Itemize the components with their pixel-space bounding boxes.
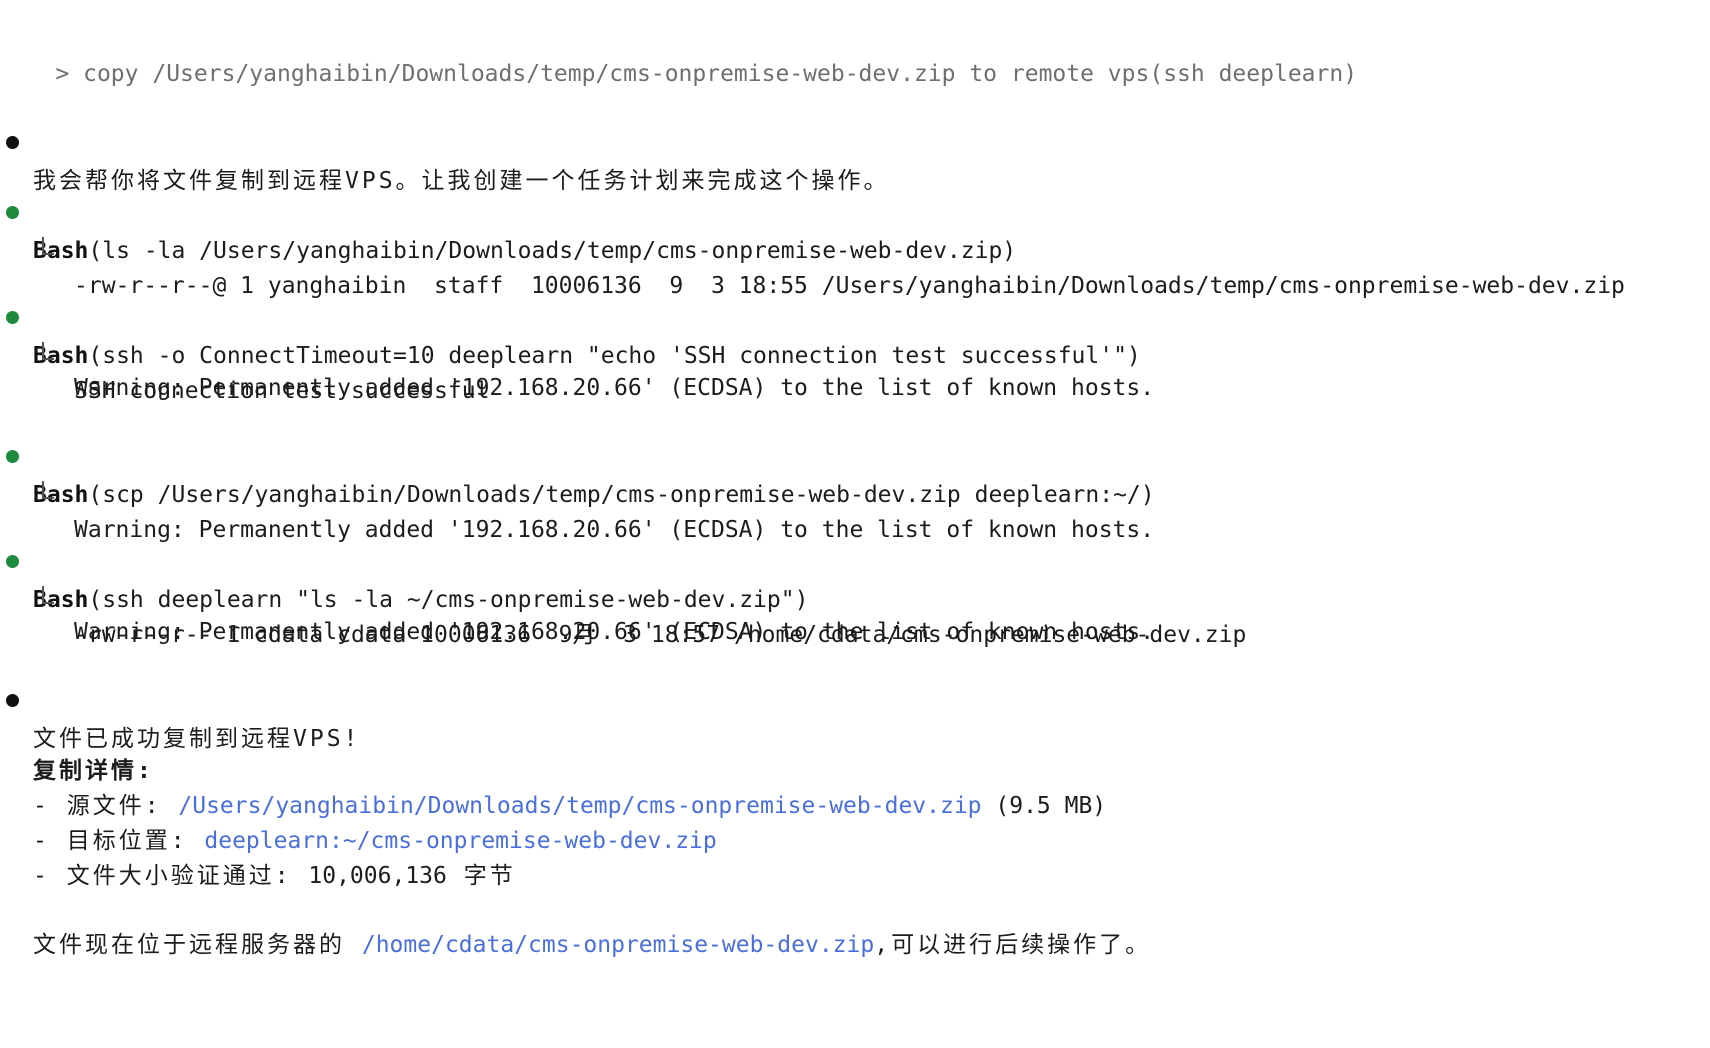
tool-call-2: Bash(ssh -o ConnectTimeout=10 deeplearn … [0,261,1141,369]
prompt-text: copy /Users/yanghaibin/Downloads/temp/cm… [83,61,1358,87]
tool-args: (scp /Users/yanghaibin/Downloads/temp/cm… [88,482,1155,508]
tool-output-4-line-1: -rw-r--r-- 1 cdata cdata 10006136 9月 3 1… [0,540,1246,648]
tool-args: (ssh -o ConnectTimeout=10 deeplearn "ech… [88,343,1141,369]
output-elbow-icon [42,237,54,255]
detail-verify-label: - 文件大小验证通过: [33,863,309,889]
source-path-link[interactable]: /Users/yanghaibin/Downloads/temp/cms-onp… [178,793,981,819]
tool-output-text: Warning: Permanently added '192.168.20.6… [74,375,1155,401]
tool-args: (ssh deeplearn "ls -la ~/cms-onpremise-w… [88,587,809,613]
tool-call-4: Bash(ssh deeplearn "ls -la ~/cms-onpremi… [0,505,808,613]
tool-output-text: Warning: Permanently added '192.168.20.6… [74,619,1155,645]
tool-call-1: Bash(ls -la /Users/yanghaibin/Downloads/… [0,156,1016,264]
remote-path-link[interactable]: /home/cdata/cms-onpremise-web-dev.zip [362,932,874,958]
tool-output-text: Warning: Permanently added '192.168.20.6… [74,517,1155,543]
user-prompt: > copy /Users/yanghaibin/Downloads/temp/… [0,17,1357,87]
assistant-summary: 文件已成功复制到远程VPS! [0,644,357,752]
tool-output-text: -rw-r--r--@ 1 yanghaibin staff 10006136 … [74,273,1625,299]
tool-call-3: Bash(scp /Users/yanghaibin/Downloads/tem… [0,400,1155,508]
prompt-symbol: > [55,61,70,87]
detail-target-row: - 目标位置: deeplearn:~/cms-onpremise-web-de… [0,784,717,854]
target-path-link[interactable]: deeplearn:~/cms-onpremise-web-dev.zip [204,828,716,854]
verify-bytes: 10,006,136 [308,863,447,889]
output-elbow-icon [42,481,54,499]
message-bullet-icon [6,694,19,707]
final-message-suffix: ,可以进行后续操作了。 [874,932,1152,958]
tool-output-2-line-1: SSH connection test successful [0,296,489,404]
assistant-message: 我会帮你将文件复制到远程VPS。让我创建一个任务计划来完成这个操作。 [0,86,887,194]
final-message-row: 文件现在位于远程服务器的 /home/cdata/cms-onpremise-w… [0,888,1148,958]
detail-verify-row: - 文件大小验证通过: 10,006,136 字节 [0,819,513,889]
tool-output-1-line-1: -rw-r--r--@ 1 yanghaibin staff 10006136 … [0,191,1625,299]
final-message-prefix: 文件现在位于远程服务器的 [33,932,362,958]
source-size: (9.5 MB) [981,793,1107,819]
tool-args: (ls -la /Users/yanghaibin/Downloads/temp… [88,238,1017,264]
details-title-row: 复制详情: [0,714,151,784]
tool-output-3-line-1: Warning: Permanently added '192.168.20.6… [0,435,1154,543]
detail-target-label: - 目标位置: [33,828,205,854]
tool-output-4-line-2: Warning: Permanently added '192.168.20.6… [0,575,1154,645]
message-bullet-icon [6,136,19,149]
verify-unit: 字节 [446,863,516,889]
detail-source-row: - 源文件: /Users/yanghaibin/Downloads/temp/… [0,749,1106,819]
tool-output-2-line-2: Warning: Permanently added '192.168.20.6… [0,331,1154,401]
intro-message-text: 我会帮你将文件复制到远程VPS。让我创建一个任务计划来完成这个操作。 [33,168,890,194]
terminal-transcript: > copy /Users/yanghaibin/Downloads/temp/… [0,0,1710,1048]
